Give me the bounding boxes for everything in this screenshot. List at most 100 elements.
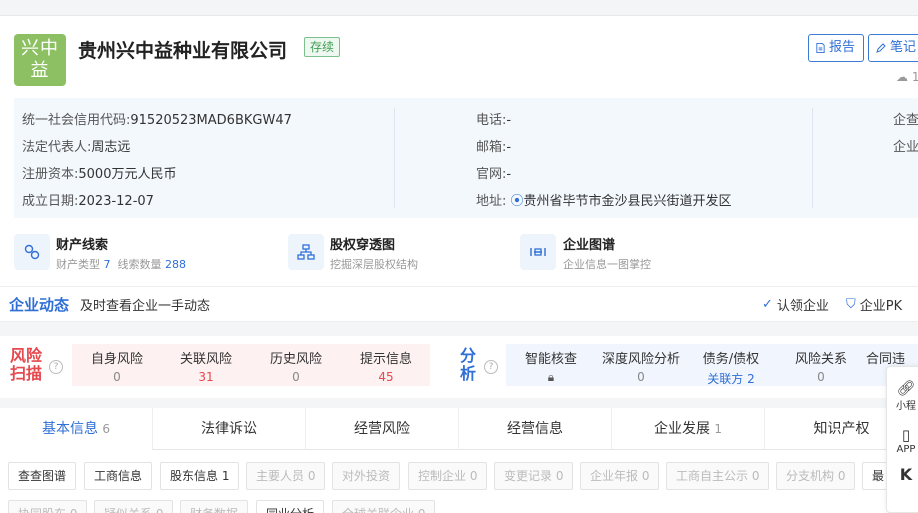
subtab-chip[interactable]: 查查图谱: [8, 462, 77, 490]
separator: [0, 322, 918, 336]
equity-chart-icon[interactable]: [288, 234, 324, 270]
analysis-item[interactable]: 风险关系 0: [776, 348, 866, 384]
pencil-icon: [876, 43, 886, 53]
risk-item-value: 0: [113, 370, 121, 384]
analysis-item[interactable]: 合同违: [866, 348, 918, 367]
phone-value: -: [506, 113, 512, 128]
subtab-chip[interactable]: 工商自主公示 0: [666, 462, 770, 490]
quick-link-title[interactable]: 企业图谱: [563, 234, 615, 253]
quick-link-title[interactable]: 股权穿透图: [330, 234, 395, 253]
risk-item-label: 提示信息: [359, 352, 412, 367]
email-value: -: [506, 140, 512, 155]
asset-type-label: 财产类型: [56, 258, 100, 271]
note-button[interactable]: 笔记: [868, 34, 918, 62]
tab-operating-risk[interactable]: 经营风险: [306, 408, 459, 450]
app-label: APP: [896, 444, 916, 455]
risk-scan-logo[interactable]: 风险 扫描: [10, 347, 46, 383]
floating-side-panel: 🔗︎ 小程 ▯ APP K: [886, 366, 918, 513]
subtab-chip[interactable]: 企业年报 0: [580, 462, 660, 490]
address-label: 地址:: [476, 194, 507, 209]
founded-row: 成立日期:2023-12-07: [22, 190, 154, 209]
subtab-chip[interactable]: 工商信息: [84, 462, 153, 490]
subtab-chip[interactable]: 财务数据: [180, 500, 249, 513]
legal-rep-value[interactable]: 周志远: [91, 140, 130, 155]
subtab-chip[interactable]: 分支机构 0: [776, 462, 856, 490]
risk-logo-top: 风险: [10, 346, 43, 365]
subtab-chip[interactable]: 同业分析: [256, 500, 325, 513]
pk-label: 企业PK: [859, 299, 903, 314]
company-pk-button[interactable]: ⛉ 企业PK: [846, 295, 902, 314]
address-row: 地址: ⦿贵州省毕节市金沙县民兴街道开发区: [476, 190, 732, 209]
website-label: 官网:: [476, 167, 507, 182]
quick-link-sub: 挖掘深层股权结构: [330, 258, 418, 271]
website-value: -: [506, 167, 512, 182]
report-label: 报告: [828, 40, 855, 55]
subtab-chip[interactable]: 协同股东 0: [8, 500, 88, 513]
eye-icon: ☁: [896, 70, 912, 84]
analysis-item[interactable]: 债务/债权 关联方 2: [686, 348, 776, 387]
analysis-logo[interactable]: 分 析: [460, 347, 484, 383]
mini-program-button[interactable]: 🔗︎ 小程: [887, 367, 918, 412]
phone-label: 电话:: [476, 113, 507, 128]
claim-company-button[interactable]: ✓ 认领企业: [762, 295, 829, 314]
subtab-chip[interactable]: 对外投资: [332, 462, 401, 490]
credit-code-row: 统一社会信用代码:91520523MAD6BKGW47: [22, 109, 292, 128]
analysis-item-label: 智能核查: [524, 352, 577, 367]
risk-item-value: 31: [198, 370, 214, 384]
analysis-item-value: 0: [817, 370, 825, 384]
info-divider: [812, 108, 813, 208]
email-label: 邮箱:: [476, 140, 507, 155]
report-button[interactable]: 报告: [808, 34, 864, 62]
risk-item-label: 自身风险: [90, 352, 143, 367]
dynamics-title[interactable]: 企业动态: [9, 294, 69, 315]
company-logo: 兴中益: [14, 34, 66, 86]
separator: [0, 398, 918, 408]
asset-type-count: 7: [103, 258, 111, 271]
email-row: 邮箱:-: [476, 136, 511, 155]
quick-link-sub: 财产类型 7 线索数量 288: [56, 256, 186, 272]
address-value[interactable]: 贵州省毕节市金沙县民兴街道开发区: [524, 194, 732, 209]
subtab-chip[interactable]: 疑似关系 0: [94, 500, 174, 513]
founded-value: 2023-12-07: [78, 194, 154, 209]
subtab-chip[interactable]: 控制企业 0: [408, 462, 488, 490]
asset-clue-icon[interactable]: [14, 234, 50, 270]
risk-item[interactable]: 自身风险 0: [72, 348, 162, 384]
subtab-chip[interactable]: 全球关联企业 0: [332, 500, 436, 513]
quick-link-title[interactable]: 财产线索: [56, 234, 108, 253]
pk-icon: ⛉: [846, 297, 856, 312]
subtab-chip[interactable]: 变更记录 0: [494, 462, 574, 490]
claim-label: 认领企业: [776, 299, 829, 314]
risk-item[interactable]: 历史风险 0: [251, 348, 341, 384]
subtab-chip[interactable]: 股东信息 1: [160, 462, 240, 490]
lock-icon: 🔒︎: [547, 370, 555, 384]
main-tabs: 基本信息 6 法律诉讼 经营风险 经营信息 企业发展 1 知识产权: [0, 408, 918, 450]
capital-row: 注册资本:5000万元人民币: [22, 163, 176, 182]
help-icon[interactable]: ?: [49, 360, 63, 374]
brand-icon[interactable]: K: [887, 455, 918, 484]
link-icon: 🔗︎: [896, 379, 916, 397]
company-graph-icon[interactable]: [520, 234, 556, 270]
analysis-item[interactable]: 深度风险分析 0: [596, 348, 686, 384]
tab-development[interactable]: 企业发展 1: [612, 408, 765, 450]
analysis-item-label: 债务/债权: [702, 352, 760, 367]
analysis-item[interactable]: 智能核查 🔒︎: [506, 348, 596, 385]
risk-item[interactable]: 关联风险 31: [161, 348, 251, 384]
right-col-1: 企查: [893, 113, 918, 128]
tab-basic-info[interactable]: 基本信息 6: [0, 408, 153, 450]
tab-legal[interactable]: 法律诉讼: [153, 408, 306, 450]
risk-item-value: 45: [378, 370, 394, 384]
risk-item[interactable]: 提示信息 45: [341, 348, 431, 384]
dynamics-subtitle: 及时查看企业一手动态: [80, 299, 211, 314]
app-button[interactable]: ▯ APP: [887, 412, 918, 455]
clue-count-label: 线索数量: [117, 258, 162, 271]
analysis-logo-bottom: 析: [460, 364, 477, 383]
subtab-chip[interactable]: 主要人员 0: [246, 462, 326, 490]
website-row: 官网:-: [476, 163, 511, 182]
clue-count: 288: [165, 258, 186, 271]
help-icon[interactable]: ?: [484, 360, 498, 374]
info-divider: [394, 108, 395, 208]
credit-code-value[interactable]: 91520523MAD6BKGW47: [130, 113, 291, 128]
tab-operating-info[interactable]: 经营信息: [459, 408, 612, 450]
location-pin-icon: ⦿: [510, 194, 524, 209]
note-label: 笔记: [890, 40, 917, 55]
